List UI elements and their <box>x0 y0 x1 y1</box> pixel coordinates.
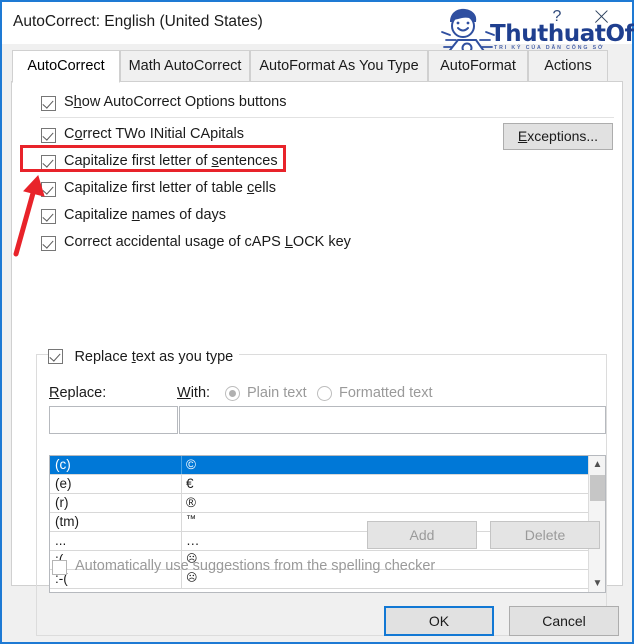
checkbox-label-capitalize-days: Capitalize names of days <box>64 207 227 223</box>
chevron-down-icon[interactable]: ▼ <box>589 575 605 592</box>
close-icon <box>586 4 616 30</box>
checkbox-capitalize-days[interactable] <box>41 209 56 224</box>
with-field-label: With: <box>177 385 211 401</box>
entry-with: € <box>186 476 194 491</box>
column-divider <box>181 475 182 493</box>
entry-replace: (c) <box>55 457 71 472</box>
column-divider <box>181 456 182 474</box>
checkbox-capitalize-table-cells[interactable] <box>41 182 56 197</box>
title-bar: AutoCorrect: English (United States) ? <box>2 2 632 44</box>
replace-field-label: Replace: <box>49 385 107 401</box>
checkbox-label-spelling-suggestions: Automatically use suggestions from the s… <box>75 558 436 574</box>
chevron-up-icon[interactable]: ▲ <box>589 456 605 473</box>
table-row[interactable]: (e) € <box>50 475 605 494</box>
scrollbar-thumb[interactable] <box>590 475 605 501</box>
radio-plain-text[interactable] <box>225 386 240 401</box>
radio-label-formatted-text: Formatted text <box>339 385 433 401</box>
tab-math-autocorrect[interactable]: Math AutoCorrect <box>120 50 250 82</box>
add-button[interactable]: Add <box>367 521 477 549</box>
tab-actions[interactable]: Actions <box>528 50 608 82</box>
exceptions-button-label: Exceptions... <box>517 128 599 144</box>
exceptions-button[interactable]: Exceptions... <box>503 123 613 150</box>
entry-with: ® <box>186 495 196 510</box>
window-title: AutoCorrect: English (United States) <box>13 13 263 30</box>
with-input[interactable] <box>179 406 606 434</box>
entry-replace: (r) <box>55 495 69 510</box>
checkbox-two-initial-capitals[interactable] <box>41 128 56 143</box>
entry-replace: (e) <box>55 476 72 491</box>
entry-with: © <box>186 457 196 472</box>
column-divider <box>181 494 182 512</box>
checkbox-show-options[interactable] <box>41 96 56 111</box>
tab-autoformat-as-you-type[interactable]: AutoFormat As You Type <box>250 50 428 82</box>
radio-label-plain-text: Plain text <box>247 385 307 401</box>
checkbox-row-replace-text[interactable]: Replace text as you type <box>48 346 240 366</box>
checkbox-label-capitalize-sentences: Capitalize first letter of sentences <box>64 153 278 169</box>
checkbox-replace-text[interactable] <box>48 349 63 364</box>
checkbox-label-show-options: Show AutoCorrect Options buttons <box>64 94 287 110</box>
checkbox-spelling-suggestions[interactable] <box>52 560 67 575</box>
checkbox-label-capitalize-table-cells: Capitalize first letter of table cells <box>64 180 276 196</box>
separator-line <box>40 117 614 118</box>
close-button[interactable] <box>586 4 616 30</box>
help-icon[interactable]: ? <box>542 4 572 30</box>
checkbox-label-replace-text: Replace text as you type <box>74 349 234 365</box>
table-row[interactable]: (c) © <box>50 456 605 475</box>
checkbox-caps-lock[interactable] <box>41 236 56 251</box>
radio-formatted-text[interactable] <box>317 386 332 401</box>
checkbox-label-two-initial-capitals: Correct TWo INitial CApitals <box>64 126 244 142</box>
table-row[interactable]: (r) ® <box>50 494 605 513</box>
ok-button[interactable]: OK <box>384 606 494 636</box>
tab-autocorrect[interactable]: AutoCorrect <box>12 50 120 83</box>
tab-autoformat[interactable]: AutoFormat <box>428 50 528 82</box>
cancel-button[interactable]: Cancel <box>509 606 619 636</box>
checkbox-capitalize-sentences[interactable] <box>41 155 56 170</box>
autocorrect-dialog: AutoCorrect: English (United States) ? T… <box>0 0 634 644</box>
autocorrect-panel: Show AutoCorrect Options buttons Correct… <box>11 81 623 636</box>
checkbox-label-caps-lock: Correct accidental usage of cAPS LOCK ke… <box>64 234 351 250</box>
column-divider <box>181 532 182 550</box>
entry-replace: ... <box>55 533 67 548</box>
tab-strip: AutoCorrect Math AutoCorrect AutoFormat … <box>11 50 623 83</box>
delete-button[interactable]: Delete <box>490 521 600 549</box>
entry-replace: (tm) <box>55 514 79 529</box>
column-divider <box>181 513 182 531</box>
replace-input[interactable] <box>49 406 178 434</box>
